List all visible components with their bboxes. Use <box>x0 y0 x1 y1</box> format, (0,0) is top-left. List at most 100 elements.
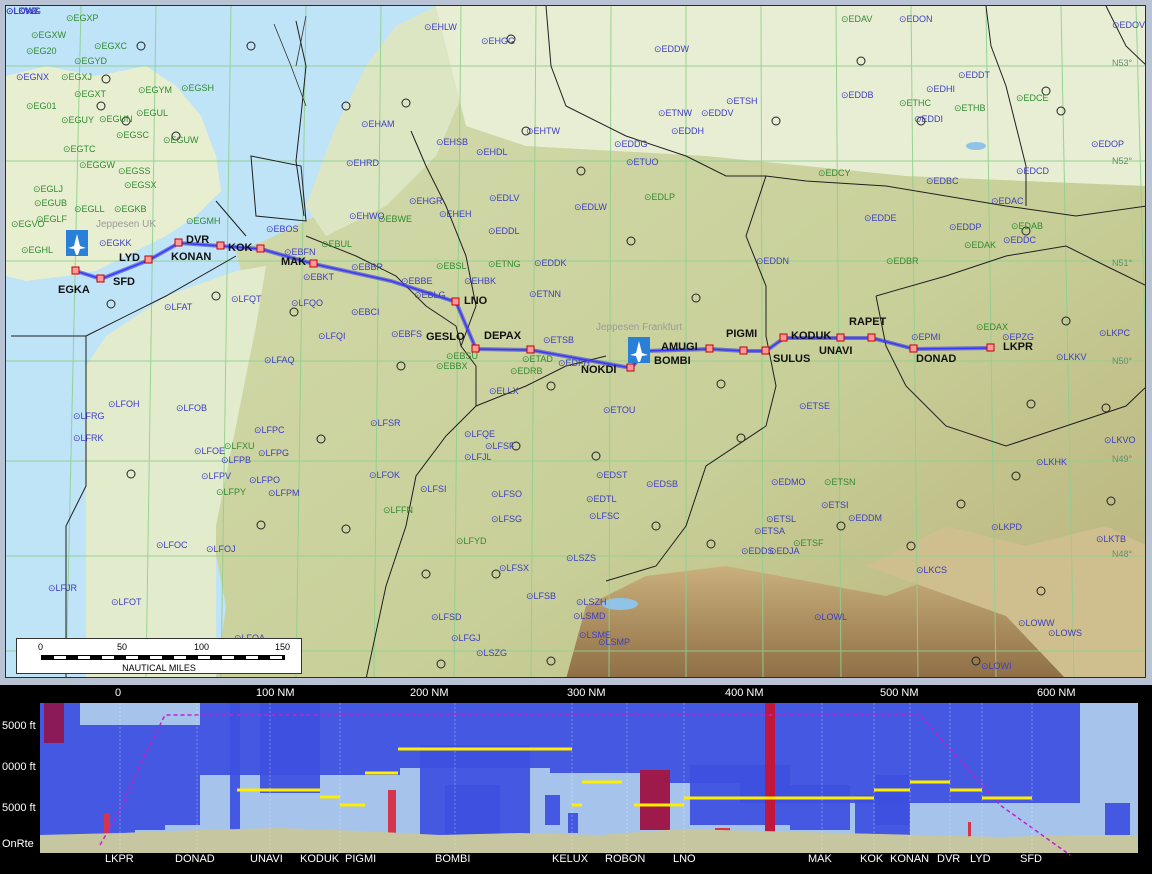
airport-label[interactable]: ⊙EGXJ <box>61 72 92 82</box>
airport-label[interactable]: ⊙EBWE <box>378 214 412 224</box>
airport-label[interactable]: ⊙EGXP <box>66 13 99 23</box>
airport-label[interactable]: ⊙LFRK <box>73 433 104 443</box>
airport-label[interactable]: ⊙EDDP <box>949 222 982 232</box>
airport-label[interactable]: ⊙EDCY <box>818 168 851 178</box>
airport-label[interactable]: ⊙EDCE <box>1016 93 1049 103</box>
airport-label[interactable]: ⊙EDDM <box>848 513 882 523</box>
airport-label[interactable]: ⊙EBBR <box>351 262 383 272</box>
airport-label[interactable]: ⊙LFSB <box>526 591 556 601</box>
waypoint-label[interactable]: PIGMI <box>726 328 757 340</box>
airport-label[interactable]: ⊙EDBC <box>926 176 959 186</box>
airport-label[interactable]: ⊙LKPC <box>1099 328 1130 338</box>
airport-label[interactable]: ⊙EGLL <box>74 204 105 214</box>
airport-label[interactable]: ⊙EGSX <box>124 180 157 190</box>
airport-label[interactable]: ⊙EHRD <box>346 158 379 168</box>
airport-label[interactable]: ⊙LFRG <box>73 411 105 421</box>
airport-label[interactable]: ⊙LKVO <box>1104 435 1136 445</box>
airport-label[interactable]: ⊙LKVO <box>6 6 38 16</box>
airport-label[interactable]: ⊙EGGW <box>79 160 115 170</box>
airport-label[interactable]: ⊙EHGG <box>481 36 515 46</box>
airport-label[interactable]: ⊙EDDV <box>701 108 734 118</box>
airport-label[interactable]: ⊙EDLW <box>574 202 607 212</box>
airport-label[interactable]: ⊙LOWI <box>981 661 1012 671</box>
airport-label[interactable]: ⊙EDAX <box>976 322 1008 332</box>
waypoint-label[interactable]: SULUS <box>773 353 810 365</box>
waypoint-label[interactable]: KOK <box>228 242 252 254</box>
airport-label[interactable]: ⊙EBSU <box>446 351 478 361</box>
airport-label[interactable]: ⊙EDTL <box>586 494 617 504</box>
airport-label[interactable]: ⊙EBUL <box>321 239 352 249</box>
airport-label[interactable]: ⊙EGHL <box>21 245 53 255</box>
airport-label[interactable]: ⊙EDDK <box>534 258 567 268</box>
airport-label[interactable]: ⊙LFQO <box>291 298 323 308</box>
airport-label[interactable]: ⊙LFQE <box>464 429 495 439</box>
airport-label[interactable]: ⊙EHAM <box>361 119 395 129</box>
airport-label[interactable]: ⊙LFGJ <box>451 633 481 643</box>
map-view[interactable]: N53° N52° N51° N50° N49° N48° Jeppesen U… <box>5 5 1146 678</box>
airport-label[interactable]: ⊙LFOC <box>156 540 188 550</box>
airport-label[interactable]: ⊙EGMH <box>186 216 221 226</box>
airport-label[interactable]: ⊙LFQT <box>231 294 262 304</box>
airport-label[interactable]: ⊙LFOK <box>369 470 400 480</box>
airport-label[interactable]: ⊙EBBE <box>401 276 433 286</box>
airport-label[interactable]: ⊙EGUB <box>34 198 67 208</box>
waypoint-label[interactable]: EGKA <box>58 284 90 296</box>
airport-label[interactable]: ⊙LKCS <box>916 565 947 575</box>
airport-label[interactable]: ⊙LKHK <box>1036 457 1067 467</box>
airport-label[interactable]: ⊙EGLJ <box>33 184 63 194</box>
airport-label[interactable]: ⊙EDOP <box>1091 139 1124 149</box>
airport-label[interactable]: ⊙LKKV <box>1056 352 1087 362</box>
airport-label[interactable]: ⊙EHLW <box>424 22 457 32</box>
airport-label[interactable]: ⊙LOWS <box>1048 628 1082 638</box>
airport-label[interactable]: ⊙LFFN <box>383 505 413 515</box>
airport-label[interactable]: ⊙EDBR <box>886 256 919 266</box>
airport-label[interactable]: ⊙EDDG <box>614 139 648 149</box>
airport-label[interactable]: ⊙EDRB <box>510 366 543 376</box>
airport-label[interactable]: ⊙EBLG <box>414 290 446 300</box>
airport-label[interactable]: ⊙EBOS <box>266 224 299 234</box>
airport-label[interactable]: ⊙EGTC <box>63 144 96 154</box>
airport-label[interactable]: ⊙EGXW <box>31 30 66 40</box>
airport-label[interactable]: ⊙LFOJ <box>206 544 236 554</box>
airport-label[interactable]: ⊙LFPM <box>268 488 300 498</box>
airport-label[interactable]: ⊙EDOV <box>1112 20 1145 30</box>
airport-label[interactable]: ⊙EGSC <box>116 130 149 140</box>
airport-label[interactable]: ⊙ETNW <box>658 108 692 118</box>
airport-label[interactable]: ⊙LFSI <box>420 484 447 494</box>
airport-label[interactable]: ⊙LFSD <box>431 612 462 622</box>
airport-label[interactable]: ⊙LFYD <box>456 536 487 546</box>
airport-label[interactable]: ⊙LFSO <box>491 489 522 499</box>
airport-label[interactable]: ⊙ETSH <box>726 96 758 106</box>
airport-label[interactable]: ⊙EPMI <box>911 332 941 342</box>
airport-label[interactable]: ⊙ETSI <box>821 500 849 510</box>
waypoint-label[interactable]: KONAN <box>171 251 211 263</box>
airport-label[interactable]: ⊙LFPY <box>216 487 246 497</box>
airport-label[interactable]: ⊙EBSL <box>436 261 467 271</box>
airport-label[interactable]: ⊙EDDL <box>488 226 520 236</box>
airport-label[interactable]: ⊙LFPC <box>254 425 285 435</box>
waypoint-label[interactable]: AMUGI <box>661 341 698 353</box>
airport-label[interactable]: ⊙LFXU <box>224 441 255 451</box>
airport-label[interactable]: ⊙LSZG <box>476 648 507 658</box>
waypoint-label[interactable]: BOMBI <box>654 355 691 367</box>
airport-label[interactable]: ⊙EDCD <box>1016 166 1049 176</box>
airport-label[interactable]: ⊙LFOH <box>108 399 140 409</box>
airport-label[interactable]: ⊙LFOB <box>176 403 207 413</box>
airport-label[interactable]: ⊙LFJR <box>48 583 77 593</box>
airport-label[interactable]: ⊙LFOT <box>111 597 142 607</box>
airport-label[interactable]: ⊙ETNG <box>488 259 521 269</box>
airport-label[interactable]: ⊙EDDT <box>958 70 990 80</box>
airport-label[interactable]: ⊙ETSA <box>754 526 785 536</box>
airport-label[interactable]: ⊙EDDC <box>1003 235 1036 245</box>
airport-label[interactable]: ⊙EDST <box>596 470 628 480</box>
waypoint-label[interactable]: GESLO <box>426 331 465 343</box>
airport-label[interactable]: ⊙EGKK <box>99 238 132 248</box>
airport-label[interactable]: ⊙LFSX <box>499 563 529 573</box>
airport-label[interactable]: ⊙LSMD <box>573 611 606 621</box>
airport-label[interactable]: ⊙LOWL <box>814 612 847 622</box>
airport-label[interactable]: ⊙EGSS <box>118 166 151 176</box>
airport-label[interactable]: ⊙LFPG <box>258 448 289 458</box>
airport-label[interactable]: ⊙ETHB <box>954 103 986 113</box>
waypoint-label[interactable]: LYD <box>119 252 140 264</box>
airport-label[interactable]: ⊙EDDB <box>841 90 874 100</box>
